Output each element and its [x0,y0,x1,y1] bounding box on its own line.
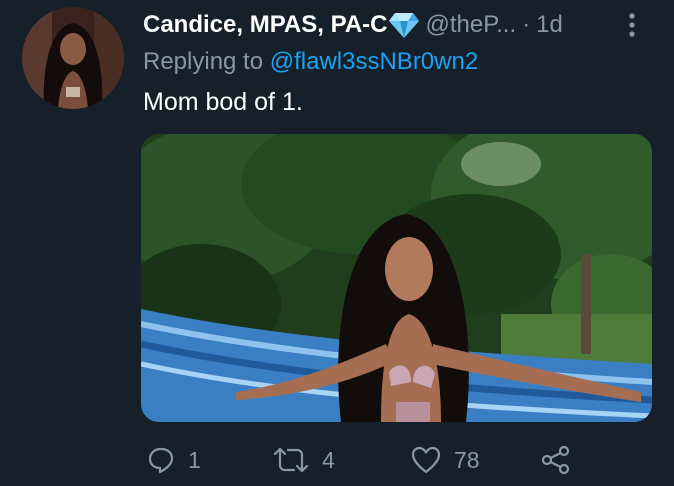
share-icon [540,445,572,475]
retweet-count: 4 [322,446,335,473]
tweet-actions: 1 4 78 [0,440,674,480]
reply-button[interactable]: 1 [146,440,201,480]
replying-to: Replying to @flawl3ssNBr0wn2 [143,48,478,76]
avatar[interactable] [22,7,124,109]
share-button[interactable] [540,440,572,480]
retweet-icon [272,445,310,475]
gem-stone-icon [389,11,420,39]
heart-icon [410,445,442,475]
retweet-button[interactable]: 4 [272,440,335,480]
reply-icon [146,445,176,475]
replying-to-label: Replying to [143,48,264,75]
tweet-media[interactable] [141,134,652,422]
tweet-header: Candice, MPAS, PA-C @theP... · 1d [143,9,563,41]
more-vertical-icon[interactable] [622,10,642,40]
timestamp[interactable]: 1d [536,11,563,39]
display-name[interactable]: Candice, MPAS, PA-C [143,11,387,39]
like-count: 78 [454,446,480,473]
tweet-text: Mom bod of 1. [143,88,303,116]
tweet[interactable]: Candice, MPAS, PA-C @theP... · 1d Replyi… [0,0,674,486]
reply-count: 1 [188,446,201,473]
user-handle[interactable]: @theP... [425,11,516,39]
like-button[interactable]: 78 [410,440,480,480]
separator-dot: · [522,11,531,38]
replying-to-link[interactable]: @flawl3ssNBr0wn2 [270,48,478,75]
